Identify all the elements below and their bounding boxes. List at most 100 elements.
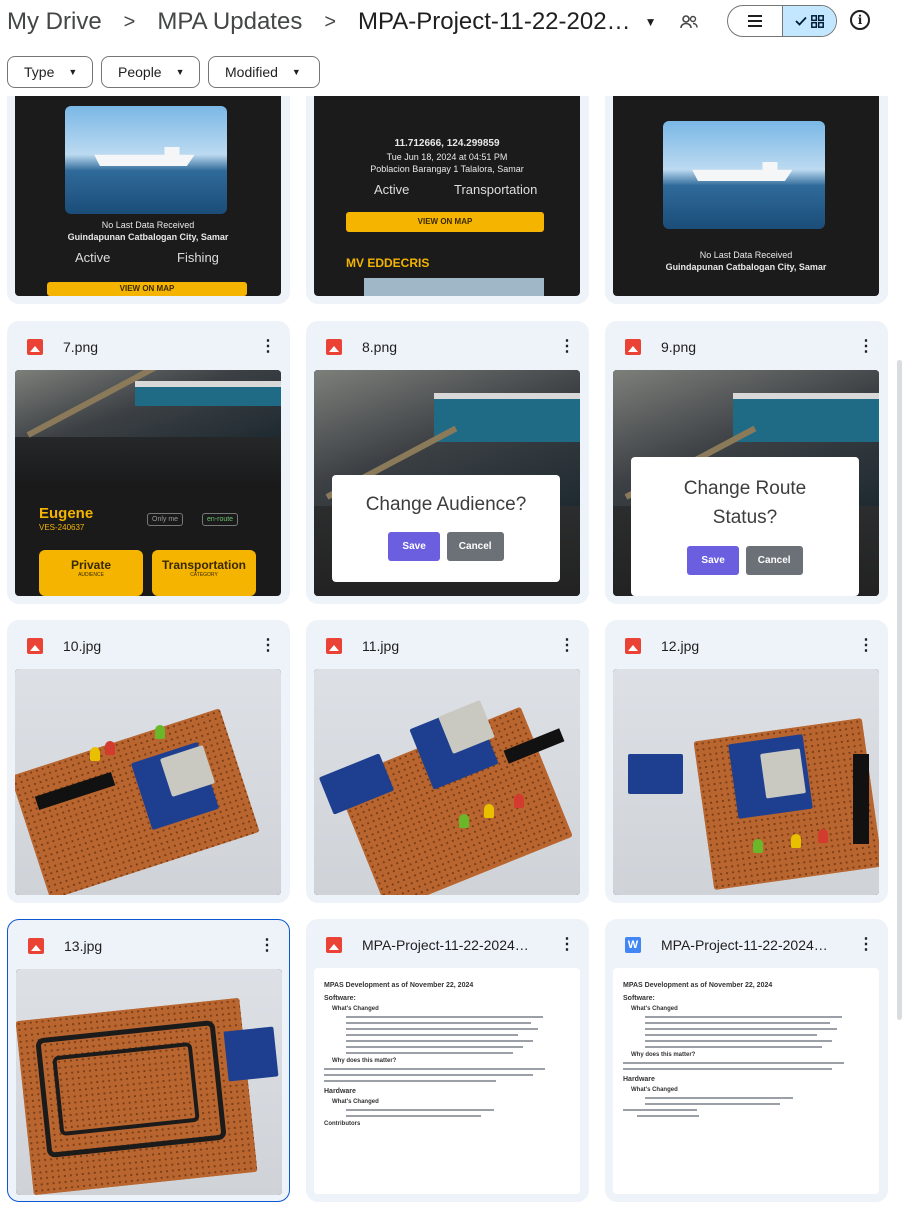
card-header: 7.png ⋮ (27, 337, 278, 357)
category-button: Transportation CATEGORY (152, 550, 256, 596)
dialog-buttons: Save Cancel (661, 546, 829, 575)
more-actions-icon[interactable]: ⋮ (257, 938, 277, 954)
file-card-pdf[interactable]: MPA-Project-11-22-2024… ⋮ MPAS Developme… (306, 919, 589, 1202)
dialog-title: Change Audience? (365, 494, 527, 515)
doc-title: MPAS Development as of November 22, 2024 (623, 982, 773, 989)
file-card[interactable]: 11.712666, 124.299859 Tue Jun 18, 2024 a… (306, 96, 589, 304)
vessel-name: Eugene (39, 505, 94, 522)
location-text: Guindapunan Catbalogan City, Samar (67, 232, 229, 242)
file-thumbnail: MPAS Development as of November 22, 2024… (613, 968, 879, 1194)
more-actions-icon[interactable]: ⋮ (557, 638, 577, 654)
led-yellow (90, 747, 100, 761)
file-thumbnail: 11.712666, 124.299859 Tue Jun 18, 2024 a… (314, 96, 580, 296)
text-line (324, 1080, 497, 1082)
more-actions-icon[interactable]: ⋮ (856, 937, 876, 953)
received-text: No Last Data Received (101, 220, 195, 230)
shared-folder-icon[interactable] (678, 11, 700, 33)
text-line (645, 1016, 842, 1018)
file-card[interactable]: No Last Data Received Guindapunan Catbal… (7, 96, 290, 304)
more-actions-icon[interactable]: ⋮ (856, 638, 876, 654)
radio-module (223, 1026, 279, 1082)
rf-chip (760, 748, 806, 799)
status-caption: AUDIENCE (78, 572, 104, 578)
text-line (346, 1034, 519, 1036)
doc-heading: Hardware (324, 1088, 356, 1095)
caret-down-icon: ▼ (175, 67, 185, 77)
file-card-7png[interactable]: 7.png ⋮ Eugene VES-240637 Only me en-rou… (7, 321, 290, 604)
image-file-icon (625, 638, 641, 654)
doc-subheading: Contributors (324, 1121, 361, 1127)
doc-subheading: What's Changed (332, 1006, 379, 1012)
led-yellow (484, 804, 494, 818)
image-file-icon (326, 638, 342, 654)
led-red (818, 829, 828, 843)
file-card-12jpg[interactable]: 12.jpg ⋮ (605, 620, 888, 903)
file-card-10jpg[interactable]: 10.jpg ⋮ (7, 620, 290, 903)
file-thumbnail: MPAS Development as of November 22, 2024… (314, 968, 580, 1194)
file-card-8png[interactable]: 8.png ⋮ Change Audience? Save Cancel (306, 321, 589, 604)
file-card-doc[interactable]: W MPA-Project-11-22-2024… ⋮ MPAS Develop… (605, 919, 888, 1202)
doc-subheading: What's Changed (631, 1087, 678, 1093)
text-line (346, 1046, 524, 1048)
doc-heading: Software: (623, 995, 655, 1002)
file-card[interactable]: No Last Data Received Guindapunan Catbal… (605, 96, 888, 304)
file-card-11jpg[interactable]: 11.jpg ⋮ (306, 620, 589, 903)
led-green (155, 725, 165, 739)
text-line (623, 1109, 697, 1111)
file-thumbnail (314, 669, 580, 895)
pcb-photo (16, 969, 282, 1195)
status-text: Active (374, 182, 410, 197)
filter-type-label: Type (24, 64, 55, 80)
file-card-9png[interactable]: 9.png ⋮ Change Route Status? Save Cancel (605, 321, 888, 604)
list-view-button[interactable] (728, 6, 782, 36)
more-actions-icon[interactable]: ⋮ (856, 339, 876, 355)
text-line (346, 1115, 482, 1117)
text-line (637, 1115, 699, 1117)
status-text: Active (75, 250, 111, 265)
view-on-map-button: VIEW ON MAP (346, 212, 544, 232)
breadcrumb-mpa-updates[interactable]: MPA Updates (157, 8, 302, 36)
folder-menu-caret-icon[interactable]: ▼ (645, 15, 657, 29)
more-actions-icon[interactable]: ⋮ (557, 937, 577, 953)
text-line (645, 1028, 837, 1030)
more-actions-icon[interactable]: ⋮ (258, 339, 278, 355)
audience-tag: Only me (147, 513, 184, 526)
text-line (645, 1040, 832, 1042)
doc-heading: Hardware (623, 1076, 655, 1083)
more-actions-icon[interactable]: ⋮ (258, 638, 278, 654)
file-thumbnail: Change Audience? Save Cancel (314, 370, 580, 596)
grid-icon (811, 14, 824, 28)
word-file-icon: W (625, 937, 641, 953)
file-thumbnail (16, 969, 282, 1195)
pdf-file-icon (326, 937, 342, 953)
doc-subheading: What's Changed (332, 1099, 379, 1105)
vertical-scrollbar[interactable] (897, 360, 902, 1020)
breadcrumb-current-folder[interactable]: MPA-Project-11-22-202… (358, 8, 631, 36)
more-actions-icon[interactable]: ⋮ (557, 339, 577, 355)
text-line (645, 1103, 781, 1105)
filter-people-label: People (118, 64, 162, 80)
breadcrumb-my-drive[interactable]: My Drive (7, 8, 102, 36)
file-name: 9.png (661, 339, 697, 355)
doc-subheading: Why does this matter? (332, 1058, 397, 1064)
list-icon (747, 15, 762, 27)
sensor-module (628, 754, 683, 794)
file-grid: No Last Data Received Guindapunan Catbal… (0, 96, 903, 1215)
doc-subheading: Why does this matter? (631, 1052, 696, 1058)
pcb-photo (613, 669, 879, 895)
location-text: Guindapunan Catbalogan City, Samar (665, 262, 827, 272)
grid-view-button[interactable] (781, 6, 836, 36)
cancel-button: Cancel (745, 546, 803, 575)
info-icon[interactable]: i (850, 10, 870, 30)
filter-type[interactable]: Type ▼ (7, 56, 93, 88)
ship-hull (433, 392, 580, 443)
file-card-13jpg[interactable]: 13.jpg ⋮ (7, 919, 290, 1202)
filter-modified[interactable]: Modified ▼ (208, 56, 320, 88)
filter-people[interactable]: People ▼ (101, 56, 200, 88)
text-line (623, 1068, 833, 1070)
file-name: MPA-Project-11-22-2024… (362, 937, 529, 953)
led-green (459, 814, 469, 828)
route-tag: en-route (202, 513, 239, 526)
file-name: 8.png (362, 339, 398, 355)
file-name: 7.png (63, 339, 99, 355)
